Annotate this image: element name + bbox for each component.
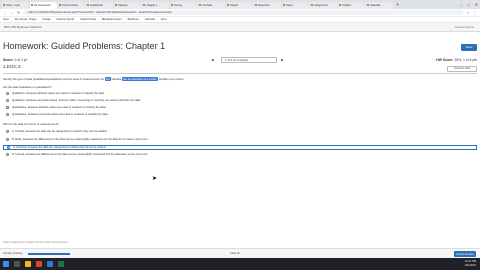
maximize-icon[interactable]: □ [467,0,469,9]
minimize-icon[interactable]: – [460,0,462,9]
divider [3,73,477,74]
browser-toolbar: ← → ↻ mathxl.com/Student/PlayerHomework.… [0,9,480,17]
bookmark-item[interactable]: Bookstore [128,18,139,21]
browser-tab[interactable]: Assignment [310,2,337,9]
score-label: Score: [3,58,14,62]
page-title: Homework: Guided Problems: Chapter 1 [3,41,166,51]
browser-tab[interactable]: Notes [282,2,309,9]
bookmark-item[interactable]: Apps [3,18,9,21]
score-value: 0 of 1 pt [14,58,27,62]
previous-question-button[interactable]: ◀ [211,57,214,63]
browser-tab[interactable]: Untitled [338,2,365,9]
menu-icon[interactable]: ⋮ [473,10,477,15]
bookmark-item[interactable]: Pearson MyLab [57,18,75,21]
part2-option[interactable]: A. Ordinal, because the data can be cate… [6,130,107,133]
radio-button[interactable] [6,138,9,141]
highlight-term: the temperature of a cooler [122,77,158,81]
excel-icon[interactable] [58,261,64,267]
star-icon[interactable]: ☆ [466,10,470,15]
browser-tab[interactable]: Document [254,2,281,9]
question-help-button[interactable]: Question Help [447,66,477,72]
reload-icon[interactable]: ↻ [17,10,20,15]
chrome-icon[interactable] [36,261,42,267]
save-button[interactable]: Save [461,44,477,51]
bookmark-item[interactable]: Student Portal [80,18,96,21]
browser-tab[interactable]: Chapter 1 [142,2,169,9]
browser-tab-active[interactable]: Do Homework [30,2,57,9]
browser-tab[interactable]: Calendar [366,2,393,9]
hw-score-value: 25%, 1 of 4 pts [454,58,477,62]
address-bar[interactable]: mathxl.com/Student/PlayerHomework.aspx?h… [23,10,464,15]
radio-button[interactable] [6,92,9,95]
next-question-button[interactable]: ▶ [281,57,284,63]
browser-tab[interactable]: Course Home [58,2,85,9]
part1-option[interactable]: Qualitative, because attribute values ar… [6,92,105,95]
question-intro: Identify the type of data (qualitative/q… [3,77,185,81]
system-clock[interactable]: 10:17 PM 1/21/2021 [464,260,476,268]
bookmark-item[interactable]: Calendar [145,18,155,21]
close-icon[interactable]: ✕ [475,0,478,9]
browser-tab[interactable]: Survey [170,2,197,9]
radio-button[interactable] [6,99,9,102]
search-icon[interactable] [14,261,20,267]
radio-button-selected[interactable] [6,106,9,109]
check-answer-button[interactable]: Check Answer [454,251,476,257]
user-name[interactable]: Student Name [455,23,474,32]
answer-footer: All parts showing Clear All Check Answer [0,248,480,258]
os-taskbar: 10:17 PM 1/21/2021 [0,258,480,270]
part1-option-selected[interactable]: Quantitative, because attribute values a… [6,106,106,109]
radio-button[interactable] [6,113,9,116]
parts-progress-bar [28,253,70,255]
clear-all-button[interactable]: Clear All [230,251,240,257]
file-explorer-icon[interactable] [25,261,31,267]
progress-fill [28,253,70,255]
radio-button[interactable] [6,130,9,133]
radio-button-selected[interactable] [7,146,10,149]
start-icon[interactable] [3,261,9,267]
part2-prompt: What is the data set's level of measurem… [3,122,59,126]
bookmark-item[interactable]: Docs [161,18,167,21]
course-bar: BUS 230 Business Statistics Student Name [0,23,480,32]
hw-score: HW Score: 25%, 1 of 4 pts [436,57,477,63]
bookmark-item[interactable]: Google [43,18,51,21]
forward-icon[interactable]: → [10,10,14,15]
question-id: 1.EOC.3 [3,64,21,69]
hw-score-label: HW Score: [436,58,454,62]
new-tab-button[interactable]: + [394,2,401,9]
highlight-term: the [104,77,111,81]
part1-prompt: Are the data qualitative or quantitative… [3,85,52,89]
instruction-note: Click to select your answer and then cli… [3,241,69,244]
part2-option[interactable]: D. Interval, because the differences in … [6,153,148,156]
browser-tab[interactable]: Pearson [114,2,141,9]
bookmark-item[interactable]: Blackboard Learn [102,18,122,21]
part1-option[interactable]: Qualitative, because numerical values, f… [6,99,141,102]
window-controls: – □ ✕ [460,0,478,9]
part1-option[interactable]: Quantitative, because numerical values a… [6,113,108,116]
browser-tab[interactable]: Gradebook [86,2,113,9]
back-icon[interactable]: ← [3,10,7,15]
part2-option[interactable]: B. Ratio, because the differences in the… [6,138,148,141]
part2-option-selected[interactable]: C. Nominal, because the data are categor… [3,145,477,150]
bookmark-item[interactable]: My Canvas - Pages [15,18,37,21]
parts-showing-label[interactable]: All parts showing [3,251,23,257]
browser-tab[interactable]: YouTube [198,2,225,9]
mouse-cursor-icon: ➤ [152,176,158,182]
browser-tab[interactable]: Inbox - mail [2,2,29,9]
browser-tab[interactable]: Search [226,2,253,9]
question-select[interactable]: 1 of 6 (0 complete) [221,57,277,63]
course-name[interactable]: BUS 230 Business Statistics [4,25,42,29]
word-icon[interactable] [47,261,53,267]
radio-button[interactable] [6,153,9,156]
browser-tab-bar: Inbox - mail Do Homework Course Home Gra… [0,0,480,9]
